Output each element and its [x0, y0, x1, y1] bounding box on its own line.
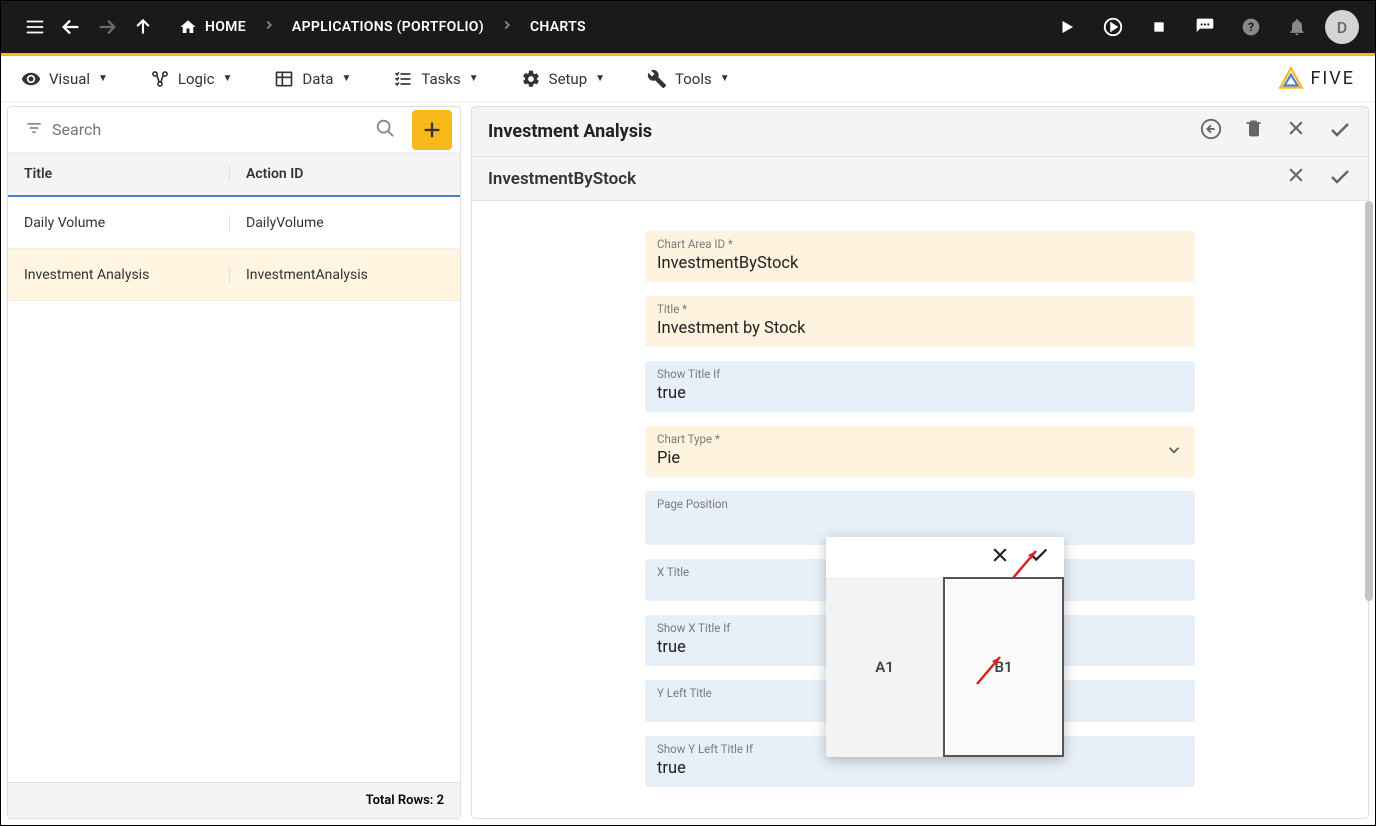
field-value: Pie: [657, 449, 1183, 469]
search-row: [8, 107, 460, 153]
menu-label: Tools: [675, 70, 712, 88]
field-chart-type[interactable]: Chart Type * Pie: [645, 426, 1195, 477]
annotation-arrow: [972, 649, 1012, 693]
menu-label: Data: [302, 70, 333, 88]
filter-icon[interactable]: [24, 118, 44, 142]
table-row[interactable]: Investment Analysis InvestmentAnalysis: [8, 249, 460, 301]
cell-action: InvestmentAnalysis: [230, 267, 460, 283]
back-circular-icon[interactable]: [1200, 118, 1222, 146]
detail-header: Investment Analysis: [472, 107, 1368, 157]
table-body: Daily Volume DailyVolume Investment Anal…: [8, 197, 460, 782]
search-icon[interactable]: [374, 117, 396, 143]
form-area: Chart Area ID * InvestmentByStock Title …: [472, 201, 1368, 818]
field-show-title-if[interactable]: Show Title If true: [645, 361, 1195, 412]
menu-label: Logic: [178, 70, 215, 88]
crumb-home-label: HOME: [205, 19, 246, 35]
field-value: Investment by Stock: [657, 319, 1183, 339]
back-icon[interactable]: [53, 9, 89, 45]
content-row: Title Action ID Daily Volume DailyVolume…: [1, 102, 1375, 825]
delete-icon[interactable]: [1244, 118, 1264, 146]
hamburger-icon[interactable]: [17, 9, 53, 45]
main-menu: Visual▼ Logic▼ Data▼ Tasks▼ Setup▼ Tools…: [1, 56, 1375, 102]
forward-icon[interactable]: [89, 9, 125, 45]
chat-icon[interactable]: [1187, 9, 1223, 45]
search-input[interactable]: [52, 120, 366, 139]
user-avatar[interactable]: D: [1325, 10, 1359, 44]
bell-icon[interactable]: [1279, 9, 1315, 45]
field-label: Title *: [657, 302, 1183, 316]
col-action-header[interactable]: Action ID: [230, 166, 460, 182]
menu-label: Setup: [549, 70, 587, 88]
help-icon[interactable]: ?: [1233, 9, 1269, 45]
position-cell-a1[interactable]: A1: [826, 577, 943, 757]
menu-data[interactable]: Data▼: [274, 69, 351, 89]
detail-panel: Investment Analysis InvestmentByStock Ch…: [471, 106, 1369, 819]
menu-visual[interactable]: Visual▼: [21, 69, 108, 89]
cell-title: Daily Volume: [8, 215, 230, 231]
field-label: Chart Type *: [657, 432, 1183, 446]
app-header: HOME APPLICATIONS (PORTFOLIO) CHARTS ? D: [1, 1, 1375, 56]
table-header: Title Action ID: [8, 153, 460, 197]
field-value: true: [657, 384, 1183, 404]
menu-tools[interactable]: Tools▼: [647, 69, 730, 89]
detail-title: Investment Analysis: [488, 121, 652, 142]
svg-text:?: ?: [1248, 20, 1254, 34]
chevron-down-icon: [1165, 441, 1183, 463]
field-chart-area-id[interactable]: Chart Area ID * InvestmentByStock: [645, 231, 1195, 282]
field-label: Page Position: [657, 497, 1183, 511]
field-label: Chart Area ID *: [657, 237, 1183, 251]
chevron-right-icon: [500, 18, 514, 36]
header-toolbar: ? D: [1049, 9, 1359, 45]
menu-logic[interactable]: Logic▼: [150, 69, 232, 89]
sub-title: InvestmentByStock: [488, 169, 636, 189]
field-value: true: [657, 759, 1183, 779]
field-value: [657, 514, 1183, 534]
crumb-applications[interactable]: APPLICATIONS (PORTFOLIO): [282, 19, 494, 35]
confirm-icon[interactable]: [1328, 165, 1352, 193]
chevron-right-icon: [262, 18, 276, 36]
field-value: InvestmentByStock: [657, 254, 1183, 274]
brand-text: FIVE: [1310, 68, 1355, 89]
field-title[interactable]: Title * Investment by Stock: [645, 296, 1195, 347]
crumb-charts[interactable]: CHARTS: [520, 19, 596, 35]
cell-action: DailyVolume: [230, 215, 460, 231]
col-title-header[interactable]: Title: [8, 166, 230, 182]
scrollbar-thumb[interactable]: [1365, 201, 1369, 601]
run-debug-icon[interactable]: [1095, 9, 1131, 45]
crumb-home[interactable]: HOME: [169, 18, 256, 36]
close-icon[interactable]: [1286, 118, 1306, 146]
field-label: Show Title If: [657, 367, 1183, 381]
menu-setup[interactable]: Setup▼: [521, 69, 605, 89]
menu-label: Tasks: [421, 70, 460, 88]
stop-icon[interactable]: [1141, 9, 1177, 45]
sub-header: InvestmentByStock: [472, 157, 1368, 201]
annotation-arrow: [1008, 543, 1048, 587]
list-panel: Title Action ID Daily Volume DailyVolume…: [7, 106, 461, 819]
table-footer: Total Rows: 2: [8, 782, 460, 818]
breadcrumb: HOME APPLICATIONS (PORTFOLIO) CHARTS: [169, 18, 596, 36]
brand-logo: FIVE: [1278, 66, 1355, 92]
cell-title: Investment Analysis: [8, 267, 230, 283]
menu-tasks[interactable]: Tasks▼: [393, 69, 478, 89]
play-icon[interactable]: [1049, 9, 1085, 45]
close-icon[interactable]: [1286, 165, 1306, 193]
popup-close-icon[interactable]: [990, 545, 1010, 569]
menu-label: Visual: [49, 70, 90, 88]
table-row[interactable]: Daily Volume DailyVolume: [8, 197, 460, 249]
confirm-icon[interactable]: [1328, 118, 1352, 146]
add-button[interactable]: [412, 110, 452, 150]
scrollbar[interactable]: [1365, 201, 1369, 601]
up-icon[interactable]: [125, 9, 161, 45]
